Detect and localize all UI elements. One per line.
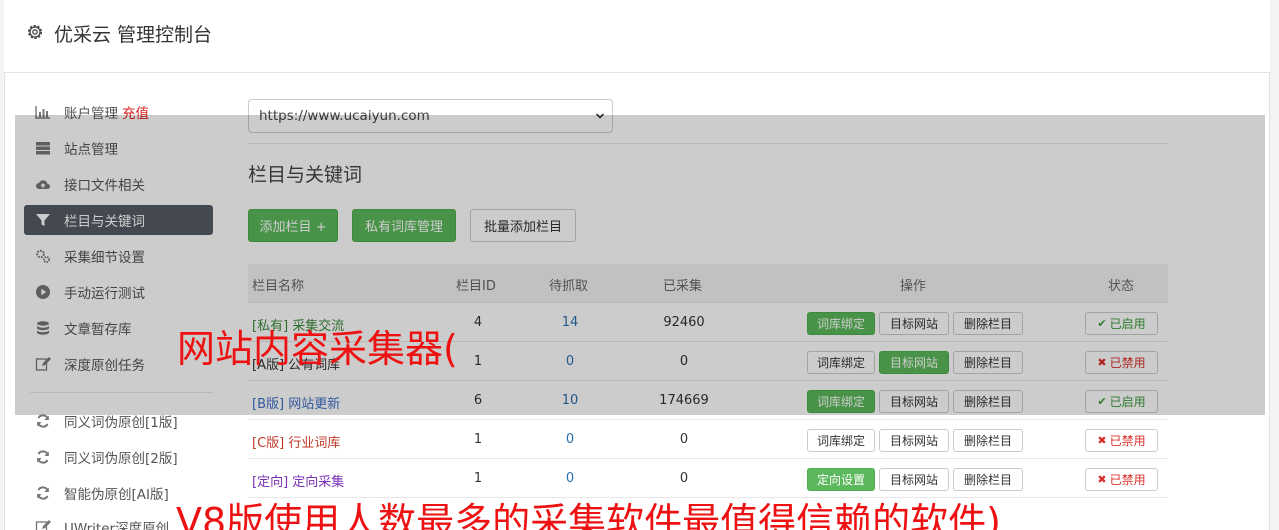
column-id: 1 [473,471,483,486]
edit-icon [35,520,51,530]
refresh-icon [37,450,49,464]
target-site-button[interactable]: 目标网站 [879,429,949,452]
table-row: [C版] 行业词库 1 0 0 词库绑定 目标网站 删除栏目 ✖ 已禁用 [248,419,1168,458]
delete-column-button[interactable]: 删除栏目 [953,429,1023,452]
status-toggle[interactable]: ✖ 已禁用 [1085,468,1158,491]
pending-count[interactable]: 0 [530,432,610,447]
column-id: 1 [473,432,483,447]
collected-count: 0 [679,432,689,447]
sidebar-item-label: UWriter深度原创 [64,521,170,530]
sidebar-item-label: 同义词伪原创[2版] [64,451,178,467]
pending-count[interactable]: 0 [530,471,610,486]
status-toggle[interactable]: ✖ 已禁用 [1085,429,1158,452]
close-icon: ✖ [1097,473,1107,486]
bind-library-button[interactable]: 词库绑定 [807,429,875,452]
target-site-button[interactable]: 目标网站 [879,468,949,491]
close-icon: ✖ [1097,434,1107,447]
sidebar-item-label: 智能伪原创[AI版] [64,487,169,503]
refresh-icon [37,486,49,500]
gear-icon [27,24,43,40]
collected-count: 0 [679,471,689,486]
status-label: 已禁用 [1109,434,1146,448]
column-name-link[interactable]: [C版] 行业词库 [252,432,340,451]
watermark-line-1: 网站内容采集器( [177,327,458,371]
delete-column-button[interactable]: 删除栏目 [953,468,1023,491]
targeted-settings-button[interactable]: 定向设置 [807,468,875,491]
refresh-icon [37,414,49,428]
watermark-line-2: V8版使用人数最多的采集软件最值得信赖的软件) [176,500,1001,530]
column-name-link[interactable]: [定向] 定向采集 [252,471,344,490]
status-label: 已禁用 [1109,473,1146,487]
app-header: 优采云 管理控制台 [4,0,1270,73]
sidebar-item-synonym-v2[interactable]: 同义词伪原创[2版] [24,442,213,472]
app-title: 优采云 管理控制台 [54,24,213,46]
